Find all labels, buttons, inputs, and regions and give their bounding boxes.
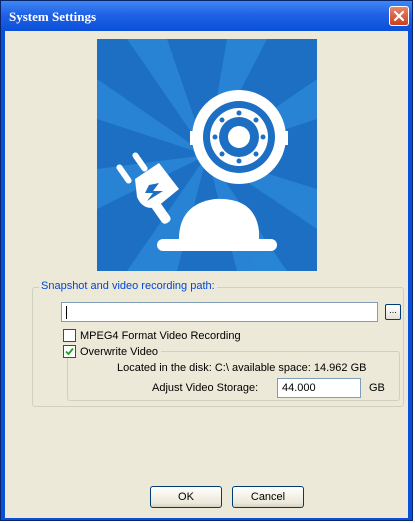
overwrite-option[interactable]: Overwrite Video bbox=[63, 345, 162, 358]
settings-window: System Settings Snapshot and video recor… bbox=[0, 0, 413, 521]
recording-path-input[interactable] bbox=[61, 302, 378, 322]
overwrite-checkbox[interactable] bbox=[63, 345, 76, 358]
storage-input[interactable]: 44.000 bbox=[277, 378, 361, 398]
close-button[interactable] bbox=[389, 6, 409, 26]
dialog-body: Snapshot and video recording path: ... M… bbox=[5, 31, 408, 518]
storage-label: Adjust Video Storage: bbox=[152, 382, 259, 394]
text-caret bbox=[66, 306, 67, 319]
title-bar[interactable]: System Settings bbox=[1, 1, 412, 31]
disk-space-info: Located in the disk: C:\ available space… bbox=[117, 362, 367, 374]
storage-unit: GB bbox=[369, 382, 385, 394]
browse-button[interactable]: ... bbox=[385, 304, 401, 320]
checkmark-icon bbox=[65, 347, 74, 356]
overwrite-label: Overwrite Video bbox=[80, 345, 159, 358]
webcam-plug-illustration bbox=[97, 39, 317, 271]
ok-button[interactable]: OK bbox=[150, 486, 222, 508]
mpeg4-label: MPEG4 Format Video Recording bbox=[80, 329, 241, 342]
close-icon bbox=[393, 10, 405, 22]
mpeg4-option[interactable]: MPEG4 Format Video Recording bbox=[63, 329, 241, 342]
window-title: System Settings bbox=[9, 9, 97, 24]
recording-path-label: Snapshot and video recording path: bbox=[39, 280, 217, 292]
webcam-plug-icon bbox=[97, 39, 317, 271]
mpeg4-checkbox[interactable] bbox=[63, 329, 76, 342]
cancel-button[interactable]: Cancel bbox=[232, 486, 304, 508]
